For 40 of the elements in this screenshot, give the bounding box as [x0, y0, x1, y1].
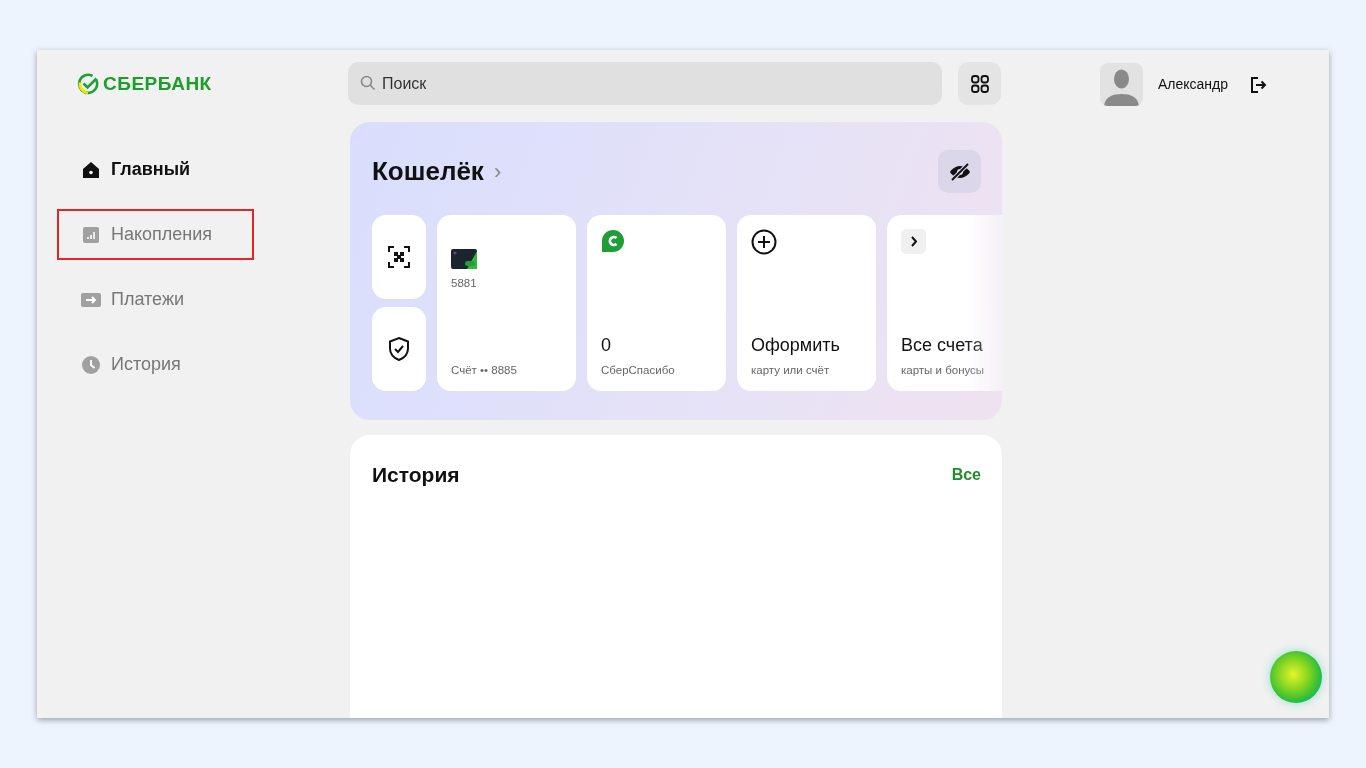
security-shield-button[interactable] — [372, 307, 426, 391]
clock-icon — [81, 354, 101, 375]
card-caption: карту или счёт — [751, 362, 831, 378]
bar-chart-icon — [81, 224, 101, 245]
wallet-title[interactable]: Кошелёк — [372, 152, 484, 191]
qr-code-icon — [387, 245, 411, 269]
open-product-card[interactable]: Оформить карту или счёт — [737, 215, 876, 391]
bonus-logo-icon — [601, 229, 625, 253]
card-caption: СберСпасибо — [601, 362, 676, 378]
hide-balance-button[interactable] — [938, 150, 981, 193]
all-accounts-card[interactable]: Все счета карты и бонусы — [887, 215, 1002, 391]
search-field[interactable]: Поиск — [348, 62, 942, 105]
card-title: 0 — [601, 333, 612, 357]
card-title: Оформить — [751, 333, 841, 357]
bonus-card[interactable]: 0 СберСпасибо — [587, 215, 726, 391]
apps-grid-button[interactable] — [958, 62, 1001, 105]
card-title: Все счета — [901, 333, 984, 357]
qr-scan-button[interactable] — [372, 215, 426, 299]
grid-icon — [969, 73, 990, 94]
nav-item[interactable]: История — [57, 339, 254, 390]
avatar-silhouette[interactable] — [1100, 63, 1143, 106]
user-name[interactable]: Александр — [1158, 74, 1229, 95]
plus-circle-icon — [751, 229, 777, 255]
nav-item[interactable]: Платежи — [57, 274, 254, 325]
search-icon — [360, 75, 376, 91]
logo-text: СБЕРБАНК — [103, 71, 212, 96]
card-caption: карты и бонусы — [901, 362, 986, 378]
nav-item[interactable]: Накопления — [57, 209, 254, 260]
shield-check-icon — [387, 336, 411, 362]
account-card[interactable]: 5881 Счёт •• 8885 — [437, 215, 576, 391]
card-number: 5881 — [451, 276, 477, 291]
see-all-link[interactable]: Все — [951, 462, 981, 487]
history-title: История — [372, 462, 460, 488]
chevron-right-icon — [901, 229, 926, 254]
logo-checkmark-icon — [77, 73, 99, 95]
nav-item[interactable]: Главный — [57, 144, 254, 195]
bank-card-icon — [451, 249, 477, 269]
logout-icon — [1249, 76, 1268, 95]
card-caption: Счёт •• 8885 — [451, 362, 518, 378]
home-icon — [81, 159, 101, 180]
